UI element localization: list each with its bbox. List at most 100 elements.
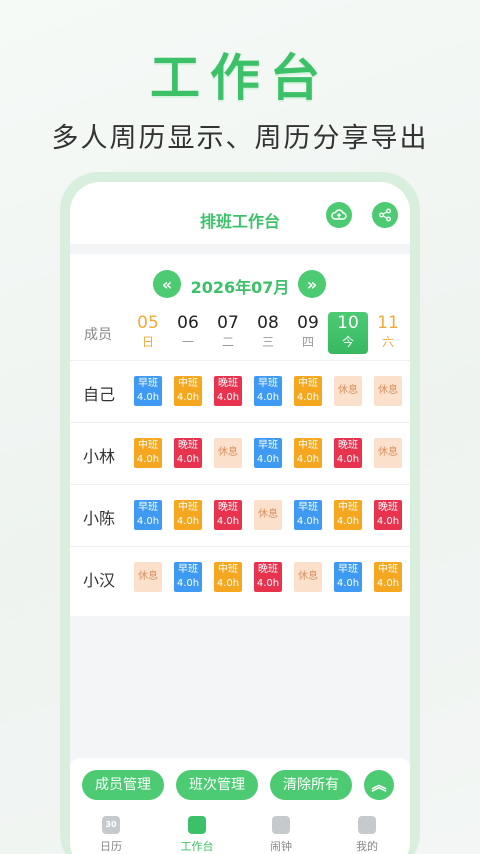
shift-name: 晚班 bbox=[338, 440, 358, 451]
shift-chip[interactable]: 中班 4.0h bbox=[134, 438, 162, 468]
shift-name: 中班 bbox=[298, 440, 318, 451]
day-header[interactable]: 05 日 bbox=[128, 312, 168, 354]
shift-chip[interactable]: 早班 4.0h bbox=[174, 562, 202, 592]
shift-hours: 4.0h bbox=[256, 578, 280, 589]
shift-chip[interactable]: 早班 4.0h bbox=[134, 500, 162, 530]
shift-chip[interactable]: 中班 4.0h bbox=[174, 376, 202, 406]
upload-button[interactable] bbox=[326, 202, 352, 228]
shift-name: 早班 bbox=[258, 378, 278, 389]
schedule-card: « 2026年07月 » 成员 05 日 06 一 07 二 08 三 09 四… bbox=[70, 254, 410, 616]
shift-hours: 4.0h bbox=[376, 516, 400, 527]
weekday-label: 一 bbox=[181, 335, 194, 349]
shift-chip[interactable]: 休息 bbox=[254, 500, 282, 530]
shift-name: 中班 bbox=[298, 378, 318, 389]
tab-label: 工作台 bbox=[180, 840, 214, 853]
shift-hours: 4.0h bbox=[256, 392, 280, 403]
shift-hours: 4.0h bbox=[336, 454, 360, 465]
page-title: 排班工作台 bbox=[199, 212, 280, 231]
shift-chip[interactable]: 晚班 4.0h bbox=[254, 562, 282, 592]
tab-label: 我的 bbox=[356, 840, 378, 853]
member-row: 小汉 休息 早班 4.0h 中班 4.0h 晚班 4.0h 休息 早班 4.0h 中班 4.0h bbox=[70, 546, 410, 608]
next-week-button[interactable]: » bbox=[298, 270, 326, 298]
shift-name: 休息 bbox=[338, 385, 358, 396]
day-number: 11 bbox=[377, 313, 399, 333]
today-day-header[interactable]: 10 今 bbox=[328, 312, 368, 354]
member-row: 自己 早班 4.0h 中班 4.0h 晚班 4.0h 早班 4.0h 中班 4.0h 休息 休息 bbox=[70, 360, 410, 422]
shift-chip[interactable]: 晚班 4.0h bbox=[214, 500, 242, 530]
shift-chip[interactable]: 晚班 4.0h bbox=[374, 500, 402, 530]
shift-hours: 4.0h bbox=[376, 578, 400, 589]
shift-chip[interactable]: 休息 bbox=[374, 438, 402, 468]
calendar-icon: 30 bbox=[102, 816, 120, 834]
shift-chip[interactable]: 休息 bbox=[294, 562, 322, 592]
tab-alarm[interactable]: 闹钟 bbox=[246, 816, 316, 854]
shift-chip[interactable]: 中班 4.0h bbox=[174, 500, 202, 530]
shift-chip[interactable]: 休息 bbox=[214, 438, 242, 468]
shift-hours: 4.0h bbox=[176, 454, 200, 465]
day-header[interactable]: 09 四 bbox=[288, 312, 328, 354]
shift-hours: 4.0h bbox=[136, 392, 160, 403]
shift-chip[interactable]: 早班 4.0h bbox=[254, 438, 282, 468]
shift-hours: 4.0h bbox=[136, 454, 160, 465]
day-header[interactable]: 11 六 bbox=[368, 312, 408, 354]
day-header[interactable]: 06 一 bbox=[168, 312, 208, 354]
shift-chip[interactable]: 中班 4.0h bbox=[374, 562, 402, 592]
shift-name: 休息 bbox=[138, 571, 158, 582]
shift-chip[interactable]: 休息 bbox=[374, 376, 402, 406]
shift-name: 晚班 bbox=[378, 502, 398, 513]
shift-chip[interactable]: 中班 4.0h bbox=[294, 438, 322, 468]
member-name[interactable]: 小陈 bbox=[70, 505, 128, 529]
day-header[interactable]: 08 三 bbox=[248, 312, 288, 354]
clear-all-button[interactable]: 清除所有 bbox=[270, 770, 352, 800]
shift-chip[interactable]: 早班 4.0h bbox=[334, 562, 362, 592]
shift-hours: 4.0h bbox=[216, 516, 240, 527]
share-icon bbox=[379, 208, 391, 222]
top-bar: 排班工作台 bbox=[70, 182, 410, 244]
member-manage-button[interactable]: 成员管理 bbox=[82, 770, 164, 800]
day-number: 07 bbox=[217, 313, 239, 333]
shift-hours: 4.0h bbox=[176, 392, 200, 403]
shift-hours: 4.0h bbox=[296, 516, 320, 527]
member-name[interactable]: 自己 bbox=[70, 381, 128, 405]
member-name[interactable]: 小林 bbox=[70, 443, 128, 467]
weekday-label: 今 bbox=[341, 335, 354, 349]
shift-chip[interactable]: 中班 4.0h bbox=[214, 562, 242, 592]
weekday-label: 四 bbox=[301, 335, 314, 349]
tab-label: 日历 bbox=[100, 840, 122, 853]
workbench-icon bbox=[188, 816, 206, 834]
shift-chip[interactable]: 早班 4.0h bbox=[134, 376, 162, 406]
collapse-button[interactable]: ︽ bbox=[364, 770, 394, 800]
month-label: 2026年07月 bbox=[190, 278, 290, 297]
shift-chip[interactable]: 中班 4.0h bbox=[294, 376, 322, 406]
shift-name: 中班 bbox=[178, 502, 198, 513]
shift-name: 中班 bbox=[338, 502, 358, 513]
member-column-header: 成员 bbox=[84, 327, 112, 343]
tab-workbench[interactable]: 工作台 bbox=[162, 816, 232, 854]
shift-manage-button[interactable]: 班次管理 bbox=[176, 770, 258, 800]
shift-hours: 4.0h bbox=[176, 578, 200, 589]
bottom-panel: 成员管理 班次管理 清除所有 ︽ 30 日历 工作台 闹钟 我的 bbox=[70, 758, 410, 854]
shift-name: 晚班 bbox=[178, 440, 198, 451]
tab-label: 闹钟 bbox=[270, 840, 292, 853]
shift-chip[interactable]: 晚班 4.0h bbox=[334, 438, 362, 468]
double-chevron-right-icon: » bbox=[306, 274, 318, 294]
shift-hours: 4.0h bbox=[296, 392, 320, 403]
shift-chip[interactable]: 早班 4.0h bbox=[254, 376, 282, 406]
cloud-upload-icon bbox=[331, 209, 347, 220]
share-button[interactable] bbox=[372, 202, 398, 228]
shift-name: 晚班 bbox=[218, 378, 238, 389]
weekday-label: 六 bbox=[381, 335, 394, 349]
shift-name: 休息 bbox=[258, 509, 278, 520]
shift-chip[interactable]: 休息 bbox=[134, 562, 162, 592]
shift-chip[interactable]: 晚班 4.0h bbox=[214, 376, 242, 406]
tab-calendar[interactable]: 30 日历 bbox=[76, 816, 146, 854]
day-header[interactable]: 07 二 bbox=[208, 312, 248, 354]
shift-chip[interactable]: 中班 4.0h bbox=[334, 500, 362, 530]
shift-chip[interactable]: 早班 4.0h bbox=[294, 500, 322, 530]
tab-profile[interactable]: 我的 bbox=[332, 816, 402, 854]
shift-name: 早班 bbox=[138, 378, 158, 389]
member-name[interactable]: 小汉 bbox=[70, 567, 128, 591]
shift-chip[interactable]: 休息 bbox=[334, 376, 362, 406]
shift-chip[interactable]: 晚班 4.0h bbox=[174, 438, 202, 468]
day-number: 10 bbox=[337, 313, 359, 333]
